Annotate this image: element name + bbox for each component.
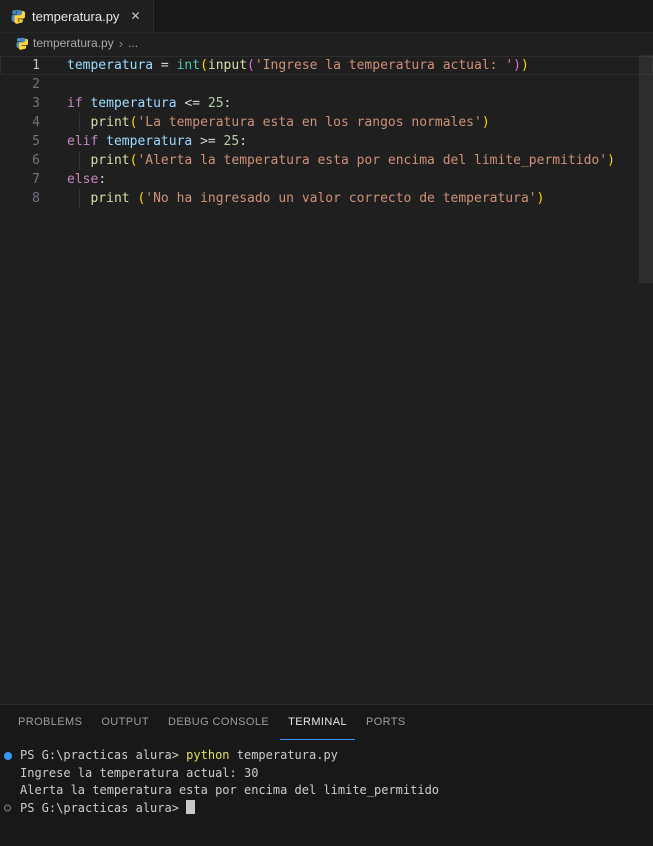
token-bracket1: ) <box>607 153 615 168</box>
code-line-4[interactable]: 4 print('La temperatura esta en los rang… <box>0 113 653 132</box>
token-operator: : <box>223 96 232 111</box>
token-operator: : <box>239 134 248 149</box>
token-keyword: elif <box>67 134 99 149</box>
token-bracket2: ) <box>513 58 521 73</box>
editor-lines: 1 temperatura = int(input('Ingrese la tem… <box>0 56 653 208</box>
token-bracket1: ) <box>536 191 545 206</box>
token-function: print <box>90 115 130 130</box>
line-number: 4 <box>32 115 40 130</box>
indent-guide <box>79 151 80 170</box>
line-number: 5 <box>32 134 40 149</box>
editor-tab-bar: temperatura.py ✕ <box>0 0 653 33</box>
panel-tab-terminal[interactable]: TERMINAL <box>280 705 355 740</box>
token-operator: <= <box>184 96 201 111</box>
panel-tab-ports[interactable]: PORTS <box>358 705 414 740</box>
token-string: 'Ingrese la temperatura actual: ' <box>254 58 514 73</box>
token-bracket1: ( <box>200 58 208 73</box>
code-text: print('Alerta la temperatura esta por en… <box>40 151 615 170</box>
token-string: 'La temperatura esta en los rangos norma… <box>137 115 482 130</box>
line-number: 3 <box>32 96 40 111</box>
token-string: 'Alerta la temperatura esta por encima d… <box>137 153 608 168</box>
breadcrumb[interactable]: temperatura.py › ... <box>0 33 653 53</box>
code-text: elif temperatura >= 25: <box>40 132 247 151</box>
code-line-8[interactable]: 8 print ('No ha ingresado un valor corre… <box>0 189 653 208</box>
line-number: 2 <box>32 77 40 92</box>
terminal-text: temperatura.py <box>229 748 338 762</box>
panel-tab-debug-console[interactable]: DEBUG CONSOLE <box>160 705 277 740</box>
terminal-line: PS G:\practicas alura> <box>0 799 653 818</box>
token-number: 25 <box>207 96 224 111</box>
line-number: 6 <box>32 153 40 168</box>
scrollbar-slider[interactable] <box>639 55 653 283</box>
indent-guide <box>79 113 80 132</box>
code-editor[interactable]: 1 temperatura = int(input('Ingrese la tem… <box>0 53 653 704</box>
bottom-panel: PROBLEMS OUTPUT DEBUG CONSOLE TERMINAL PORTS… <box>0 704 653 846</box>
token-operator: >= <box>200 134 216 149</box>
terminal-text: PS G:\practicas alura> <box>20 800 187 815</box>
token-bracket1: ) <box>520 58 529 73</box>
code-line-2[interactable]: 2 <box>0 75 653 94</box>
close-icon[interactable]: ✕ <box>130 9 140 23</box>
terminal-lines: PS G:\practicas alura> python temperatur… <box>0 747 653 817</box>
code-line-3[interactable]: 3 if temperatura <= 25: <box>0 94 653 113</box>
tab-label: temperatura.py <box>32 8 120 24</box>
code-text: if temperatura <= 25: <box>40 94 231 113</box>
token-string: 'No ha ingresado un valor correcto de te… <box>145 191 537 206</box>
line-number: 8 <box>32 191 40 206</box>
command-success-decoration-icon[interactable] <box>4 751 12 760</box>
token-variable: temperatura <box>67 58 154 73</box>
panel-tab-output[interactable]: OUTPUT <box>93 705 157 740</box>
command-pending-decoration-icon[interactable] <box>4 804 11 812</box>
line-number: 7 <box>32 172 40 187</box>
terminal-text: Alerta la temperatura esta por encima de… <box>20 783 440 797</box>
code-text: print('La temperatura esta en los rangos… <box>40 113 490 132</box>
token-number: 25 <box>223 134 240 149</box>
code-text: print ('No ha ingresado un valor correct… <box>40 189 544 208</box>
panel-tab-bar: PROBLEMS OUTPUT DEBUG CONSOLE TERMINAL PORTS <box>0 705 653 740</box>
breadcrumb-file[interactable]: temperatura.py <box>33 36 114 50</box>
terminal-line: PS G:\practicas alura> python temperatur… <box>0 747 653 765</box>
indent-guide <box>79 189 80 208</box>
breadcrumb-symbol[interactable]: ... <box>128 36 138 50</box>
terminal[interactable]: PS G:\practicas alura> python temperatur… <box>0 740 653 817</box>
code-text: temperatura = int(input('Ingrese la temp… <box>40 56 529 75</box>
terminal-cursor <box>186 799 196 814</box>
token-keyword: if <box>67 96 83 111</box>
terminal-text: PS G:\practicas alura> <box>20 748 187 762</box>
terminal-text: Ingrese la temperatura actual: 30 <box>20 765 259 780</box>
token-variable: temperatura <box>106 134 193 149</box>
code-line-6[interactable]: 6 print('Alerta la temperatura esta por … <box>0 151 653 170</box>
tab-temperatura-py[interactable]: temperatura.py ✕ <box>0 0 154 32</box>
token-bracket1: ) <box>481 115 490 130</box>
line-number: 1 <box>32 58 40 73</box>
code-line-5[interactable]: 5 elif temperatura >= 25: <box>0 132 653 151</box>
python-icon <box>10 9 26 24</box>
token-class: int <box>176 58 201 73</box>
token-bracket2: ( <box>247 58 255 73</box>
terminal-text: python <box>186 748 230 762</box>
token-operator: : <box>98 172 107 187</box>
code-line-1[interactable]: 1 temperatura = int(input('Ingrese la tem… <box>0 56 653 75</box>
terminal-line: Ingrese la temperatura actual: 30 <box>0 765 653 783</box>
token-variable: temperatura <box>90 96 177 111</box>
editor-scrollbar[interactable] <box>639 53 653 704</box>
token-function: print <box>90 153 130 168</box>
python-icon <box>15 37 29 50</box>
token-operator: = <box>160 58 169 73</box>
token-keyword: else <box>67 172 99 187</box>
code-text: else: <box>40 170 106 189</box>
panel-tab-problems[interactable]: PROBLEMS <box>10 705 90 740</box>
token-function: print <box>90 191 130 206</box>
code-line-7[interactable]: 7 else: <box>0 170 653 189</box>
token-function: input <box>207 58 248 73</box>
chevron-right-icon: › <box>118 35 124 51</box>
terminal-line: Alerta la temperatura esta por encima de… <box>0 782 653 800</box>
